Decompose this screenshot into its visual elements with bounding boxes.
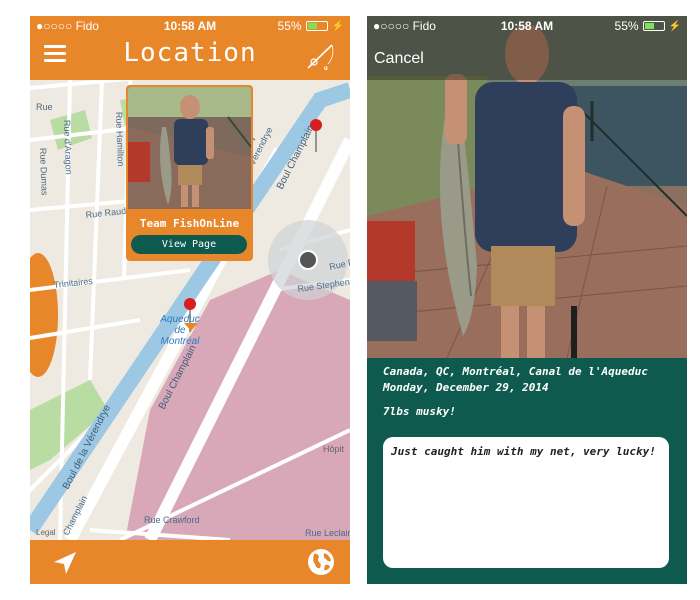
street-label: Rue Crawford [144,515,200,525]
catch-location: Canada, QC, Montréal, Canal de l'Aqueduc [383,365,648,378]
catch-thumbnail[interactable] [128,87,251,209]
globe-icon[interactable] [306,547,336,577]
battery-percent: 55% [614,19,639,33]
street-label: Rue Dumas [38,148,50,196]
catch-detail-screen: ●○○○○ Fido 10:58 AM 55% ⚡ Cancel Canada,… [367,16,687,584]
status-bar: ●○○○○ Fido 10:58 AM 55% ⚡ [367,16,687,36]
view-page-button[interactable]: View Page [131,235,247,254]
legal-link[interactable]: Legal [36,528,56,537]
map-callout[interactable]: Team FishOnLine View Page [126,85,253,261]
callout-pointer [184,323,198,331]
catch-description: 7lbs musky! [383,405,456,418]
current-location-dot [300,252,316,268]
street-label: Rue [36,102,53,112]
battery-fill [307,23,318,29]
place-label: Hôpit [323,444,345,454]
map-view[interactable]: Rue Rue d'Aragon Rue Hamilton Rue Dumas … [30,80,350,540]
svg-text:Montréal: Montréal [161,336,201,347]
street-label: Rue d'Aragon [62,120,74,175]
battery-indicator: 55% ⚡ [615,19,681,33]
callout-team-name: Team FishOnLine [139,217,240,230]
battery-icon [642,21,665,31]
battery-percent: 55% [277,19,302,33]
battery-icon [305,21,328,31]
cancel-button[interactable]: Cancel [374,50,424,68]
location-arrow-icon[interactable] [52,550,78,576]
comment-field[interactable]: Just caught him with my net, very lucky! [383,437,669,568]
battery-fill [644,23,655,29]
status-bar: ●○○○○ Fido 10:58 AM 55% ⚡ [30,16,350,36]
location-screen: Location ●○○○○ Fido 10:58 AM 55% ⚡ Rue R… [30,16,350,584]
charging-icon: ⚡ [668,20,681,32]
bottom-toolbar [30,540,350,584]
street-label: Rue Hamilton [114,112,126,167]
battery-indicator: 55% ⚡ [278,19,344,33]
street-label: Rue Leclair [305,528,350,538]
catch-date: Monday, December 29, 2014 [383,381,549,394]
page-title: Location [123,38,257,68]
charging-icon: ⚡ [331,20,344,32]
fishing-rod-icon[interactable] [304,42,336,70]
